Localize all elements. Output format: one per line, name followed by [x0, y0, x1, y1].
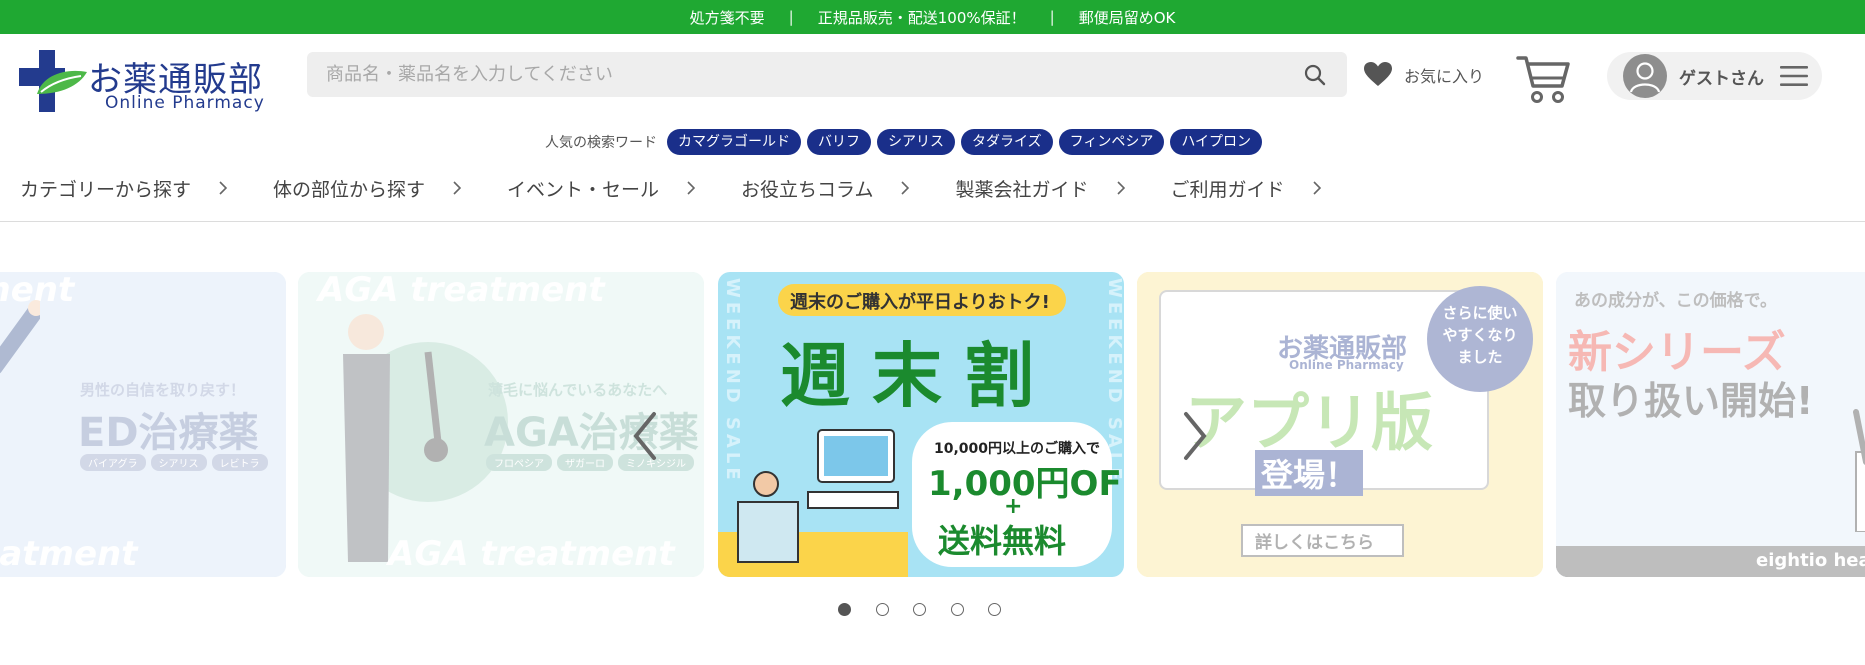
nav-item-label: ご利用ガイド [1170, 178, 1285, 201]
announcement-separator: | [1049, 8, 1055, 26]
slide-title: AGA治療薬 [484, 410, 699, 456]
category-nav: カテゴリーから探す 体の部位から探す イベント・セール お役立ちコラム 製薬会社… [20, 171, 1367, 205]
slide-title: 週末割 [780, 335, 1056, 417]
popular-tag[interactable]: カマグラゴールド [667, 129, 801, 155]
slide-chip: バイアグラ [80, 454, 146, 471]
chevron-right-icon [901, 181, 910, 195]
nav-item-label: 体の部位から探す [273, 178, 426, 201]
announcement-no-prescription: 処方箋不要 [689, 8, 765, 27]
banner-new-series[interactable]: あの成分が、この価格で。 新シリーズ 取り扱い開始! eightio healt… [1556, 272, 1865, 577]
businessman-illustration [0, 300, 40, 374]
chevron-right-icon [219, 181, 228, 195]
living-room-illustration [718, 429, 908, 577]
popular-search-words: 人気の検索ワード カマグラゴールド バリフ シアリス タダライズ フィンペシア … [545, 129, 1268, 155]
popular-tag[interactable]: シアリス [877, 129, 955, 155]
chevron-right-icon [453, 181, 462, 195]
pointing-man-illustration [1853, 409, 1865, 532]
slide-chip: レビトラ [211, 454, 268, 471]
announcement-separator: | [788, 8, 794, 26]
slide-tagline: 男性の自信を取り戻す！ [80, 381, 246, 399]
nav-item-label: イベント・セール [507, 178, 660, 201]
carousel-dot[interactable] [913, 603, 926, 616]
chevron-right-icon [1116, 181, 1125, 195]
slide-title: アプリ版 [1185, 386, 1434, 459]
slide-chip: ザガーロ [557, 454, 613, 471]
slide-bg-text-bottom: ED treatment [0, 534, 138, 574]
cart-button[interactable] [1516, 54, 1570, 108]
slide-badge: 登場！ [1255, 450, 1364, 496]
nav-item-label: 製薬会社ガイド [955, 178, 1089, 201]
nav-item-user-guide[interactable]: ご利用ガイド [1171, 175, 1321, 202]
announcement-post-office: 郵便局留めOK [1078, 8, 1176, 27]
search-icon[interactable] [1303, 63, 1327, 87]
announcement-genuine-guarantee: 正規品販売・配送100%保証！ [817, 8, 1026, 27]
slide-brand: eightio healthcare [1756, 550, 1865, 571]
chevron-right-icon [1312, 181, 1321, 195]
carousel-pagination [838, 603, 1026, 616]
nav-item-label: カテゴリーから探す [20, 178, 192, 201]
banner-weekend-sale[interactable]: WEEKEND SALE WEEKEND SALE 週末のご購入が平日よりおトク… [718, 272, 1124, 577]
hamburger-menu-icon[interactable] [1780, 65, 1808, 87]
slide-lead: あの成分が、この価格で。 [1574, 291, 1777, 311]
carousel-dot[interactable] [875, 603, 889, 616]
slide-bubble-text: さらに使いやすくなりました [1442, 304, 1518, 366]
favorites-label: お気に入り [1404, 66, 1485, 86]
popular-search-title: 人気の検索ワード [545, 135, 657, 151]
site-logo[interactable]: お薬通販部 Online Pharmacy [19, 50, 274, 114]
chevron-right-icon [687, 181, 696, 195]
slide-chip-row: フロペシア ザガーロ ミノキシジル [486, 454, 694, 471]
carousel-dot[interactable] [838, 603, 851, 616]
search-input[interactable] [307, 64, 1267, 85]
popular-tag[interactable]: タダライズ [961, 129, 1053, 155]
avatar [1623, 54, 1667, 98]
nav-item-events-sale[interactable]: イベント・セール [507, 175, 696, 202]
chevron-left-icon[interactable] [630, 410, 660, 462]
slide-chip: フロペシア [486, 454, 552, 471]
nav-item-body-part[interactable]: 体の部位から探す [273, 175, 462, 202]
cross-logo-icon [19, 50, 87, 112]
header-divider [0, 221, 1865, 222]
slide-title-line2: 取り扱い開始! [1568, 379, 1814, 423]
slide-app-sub: Online Pharmacy [1289, 358, 1404, 372]
banner-ed-treatment[interactable]: treatment 男性の自信を取り戻す！ ED治療薬 バイアグラ シアリス レ… [0, 272, 286, 577]
nav-item-maker-guide[interactable]: 製薬会社ガイド [955, 175, 1125, 202]
slide-chip-row: バイアグラ シアリス レビトラ [80, 454, 268, 471]
slide-chip: シアリス [150, 454, 207, 471]
nav-item-column[interactable]: お役立ちコラム [741, 175, 910, 202]
chevron-right-icon[interactable] [1180, 410, 1210, 462]
slide-discount: 1,000円OFF [928, 464, 1124, 504]
popular-tag[interactable]: フィンペシア [1058, 129, 1165, 155]
popular-tag[interactable]: バリフ [807, 129, 871, 155]
nav-item-label: お役立ちコラム [741, 178, 874, 201]
logo-subtitle: Online Pharmacy [105, 93, 265, 113]
cart-icon [1516, 56, 1570, 103]
thinking-man-illustration [343, 314, 508, 562]
carousel-dot[interactable] [950, 603, 964, 616]
carousel-dot[interactable] [988, 603, 1001, 616]
user-menu[interactable]: ゲストさん [1607, 52, 1822, 100]
slide-shipping: 送料無料 [938, 522, 1067, 560]
announcement-bar: 処方箋不要 | 正規品販売・配送100%保証！ | 郵便局留めOK [0, 0, 1865, 34]
favorites-link[interactable]: お気に入り [1364, 62, 1484, 87]
slide-title: ED治療薬 [78, 410, 259, 456]
slide-bg-text-bottom: AGA treatment [388, 534, 675, 574]
popular-tag[interactable]: ハイプロン [1170, 129, 1263, 155]
heart-icon [1364, 62, 1392, 86]
slide-banner-text: 週末のご購入が平日よりおトク! [790, 292, 1050, 313]
banner-carousel: treatment 男性の自信を取り戻す！ ED治療薬 バイアグラ シアリス レ… [0, 272, 1865, 577]
slide-tagline: 薄毛に悩んでいるあなたへ [488, 381, 668, 399]
nav-item-category[interactable]: カテゴリーから探す [20, 175, 228, 202]
user-icon [1629, 62, 1661, 93]
slide-condition: 10,000円以上のご購入で [934, 441, 1101, 457]
user-name: ゲストさん [1679, 68, 1764, 89]
search-bar [307, 52, 1347, 97]
slide-cta: 詳しくはこちら [1241, 524, 1404, 557]
